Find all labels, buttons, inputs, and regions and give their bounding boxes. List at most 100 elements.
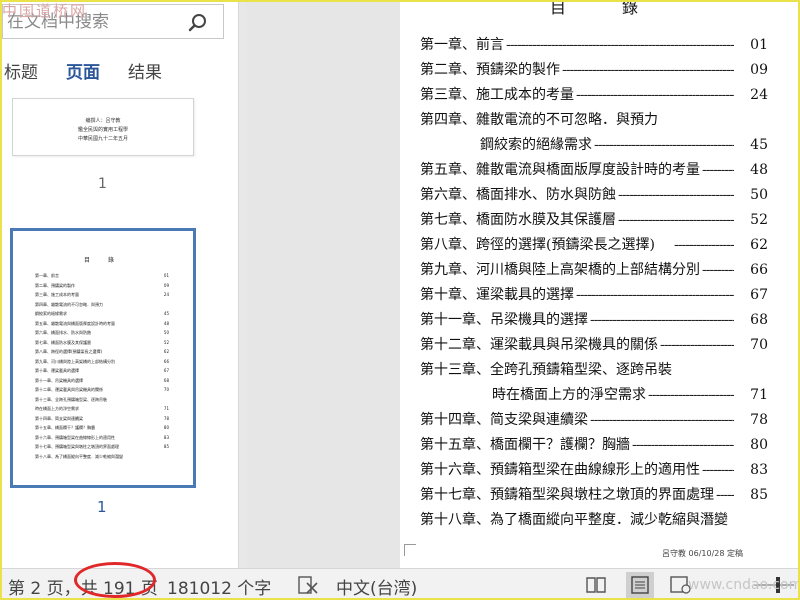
page-footer: 呂守教 06/10/28 定稿 xyxy=(662,549,744,558)
toc-entry[interactable]: 第二章、預鑄梁的製作 ------------------------------… xyxy=(420,59,768,81)
thumb2-toc-text: 第九章、河川橋與陸上高架橋的上部結構分別 xyxy=(35,358,115,364)
page-corner-mark xyxy=(404,544,416,556)
toc-entry[interactable]: 第三章、施工成本的考量 -----------------------------… xyxy=(420,84,768,106)
thumb2-toc-page: 62 xyxy=(163,349,169,354)
thumb2-toc-page: 67 xyxy=(163,368,169,373)
toc-entry[interactable]: 第十八章、為了橋面縱向平整度．減少乾縮與潛變 xyxy=(420,509,768,531)
toc-entry-text: 第十二章、運梁載具與吊梁機具的關係 xyxy=(420,337,658,353)
toc-leader-dashes: ----------------------------------------… xyxy=(594,137,734,153)
toc-entry-text: 第七章、橋面防水膜及其保護層 xyxy=(420,212,616,228)
read-mode-button[interactable] xyxy=(582,572,610,598)
page-thumbnail-2-selected[interactable]: 目 錄 第一章、前言 01 第二章、預鑄梁的製作 09 第三章、施工成本的考量 24 第四章… xyxy=(10,228,196,488)
thumb2-toc-text: 第二章、預鑄梁的製作 xyxy=(35,282,75,288)
thumb2-toc-page: 83 xyxy=(163,434,169,440)
toc-entry-text: 第十五章、橋面欄干？護欄？胸牆 xyxy=(420,437,630,453)
toc-entry[interactable]: 第一章、前言 ----------------------------------… xyxy=(420,34,768,56)
toc-entry[interactable]: 第七章、橋面防水膜及其保護層 --------------------------… xyxy=(420,209,768,231)
toc-leader-dashes: ----------------------------------------… xyxy=(576,287,734,303)
nav-tabs: 标题 页面 结果 xyxy=(0,58,190,84)
thumb2-toc-line: 第十六章、預鑄箱型梁在曲線線形上的適用性 83 xyxy=(35,435,169,441)
thumb2-toc-text: 第三章、施工成本的考量 xyxy=(35,292,79,297)
toc-entry[interactable]: 時在橋面上方的淨空需求-----------------------------… xyxy=(420,384,768,406)
language-status[interactable]: 中文(台湾) xyxy=(336,574,417,599)
thumb2-toc-line: 鋼絞索的絕緣需求 45 xyxy=(35,311,169,317)
thumb2-toc-text: 時在橋面上方的淨空需求 xyxy=(35,406,79,411)
read-mode-icon xyxy=(586,577,606,593)
toc-leader-dashes: ----------------------------------------… xyxy=(702,162,734,178)
toc-entry[interactable]: 第十七章、預鑄箱型梁與墩柱之墩頂的界面處理-------------------… xyxy=(420,484,768,506)
page-thumbnails[interactable]: 编撰人：吕守教 鑑全民與的實用工程學 中華民國九十二年五月 1 目 錄 第一章、… xyxy=(0,90,238,568)
pane-splitter[interactable] xyxy=(238,0,246,568)
toc-leader-dashes: ----------------------------------------… xyxy=(506,37,734,53)
thumb2-toc-page: 50 xyxy=(163,330,169,335)
toc-entry-page: 78 xyxy=(750,412,768,428)
toc-entry[interactable]: 第十五章、橋面欄干？護欄？胸牆 -------------------------… xyxy=(420,434,768,456)
toc-entry-text: 第一章、前言 xyxy=(420,37,504,53)
toc-entry[interactable]: 鋼絞索的絕緣需求 --------------------------------… xyxy=(420,134,768,156)
tab-results[interactable]: 结果 xyxy=(128,58,162,84)
toc-entry-page: 01 xyxy=(750,37,768,53)
page-count-status[interactable]: 第 2 页，共 191 页 xyxy=(8,574,158,599)
toc-leader-dashes: ----------------------------------------… xyxy=(618,212,734,228)
toc-entry-text: 第六章、橋面排水、防水與防蝕 xyxy=(420,187,616,203)
thumb2-toc-text: 第十章、運梁載具的選擇 xyxy=(35,368,79,373)
toc-entry-page: 48 xyxy=(750,162,768,178)
toc-entry[interactable]: 第十二章、運梁載具與吊梁機具的關係-----------------------… xyxy=(420,334,768,356)
toc-entry-text: 第五章、雜散電流與橋面版厚度設計時的考量 xyxy=(420,162,700,178)
toc-entry-text: 第四章、雜散電流的不可忽略．與預力 xyxy=(420,112,658,128)
document-page[interactable]: 目 錄 呂守教 06/10/28 定稿 第一章、前言 --------------… xyxy=(400,0,798,568)
toc-entry[interactable]: 第五章、雜散電流與橋面版厚度設計時的考量--------------------… xyxy=(420,159,768,181)
thumb2-toc-page: 68 xyxy=(163,377,169,383)
thumb2-toc-page: 52 xyxy=(163,339,169,345)
toc-entry[interactable]: 第十四章、简支梁與連續梁 ----------------------------… xyxy=(420,409,768,431)
toc-entry-page: 70 xyxy=(750,337,768,353)
toc-entry[interactable]: 第四章、雜散電流的不可忽略．與預力 xyxy=(420,109,768,131)
page-thumbnail-1[interactable]: 编撰人：吕守教 鑑全民與的實用工程學 中華民國九十二年五月 xyxy=(12,98,194,156)
thumb2-toc-line: 第十四章、简支梁與連續梁 78 xyxy=(35,416,169,422)
toc-entry-text: 第九章、河川橋與陸上高架橋的上部結構分別 xyxy=(420,262,700,278)
thumb2-toc-page: 66 xyxy=(163,358,169,364)
tab-headings[interactable]: 标题 xyxy=(4,58,38,84)
thumb2-toc-line: 第四章、雜散電流的不可忽略．與預力 xyxy=(35,302,169,308)
tab-pages[interactable]: 页面 xyxy=(66,58,100,84)
toc-entry-text: 第十八章、為了橋面縱向平整度．減少乾縮與潛變 xyxy=(420,512,728,528)
thumb2-toc-line: 第十七章、預鑄箱型梁與墩柱之墩頂的界面處理 85 xyxy=(35,444,169,450)
thumb2-toc-page: 71 xyxy=(163,406,169,411)
thumb2-toc-page: 48 xyxy=(163,320,169,326)
toc-entry-page: 67 xyxy=(750,287,768,303)
toc-entry-page: 83 xyxy=(750,462,768,478)
toc-entry[interactable]: 第十三章、全跨孔預鑄箱型梁、逐跨吊裝 xyxy=(420,359,768,381)
navigation-pane: 标题 页面 结果 编撰人：吕守教 鑑全民與的實用工程學 中華民國九十二年五月 1… xyxy=(0,0,238,568)
thumb2-toc-line: 第九章、河川橋與陸上高架橋的上部結構分別 66 xyxy=(35,359,169,365)
thumb2-toc-line: 時在橋面上方的淨空需求 71 xyxy=(35,406,169,412)
toc-entry-page: 45 xyxy=(750,137,768,153)
toc-leader-dashes: ----------------------------------------… xyxy=(562,62,734,78)
thumb2-toc-page: 80 xyxy=(163,425,169,430)
thumb2-toc-page: 85 xyxy=(163,444,169,449)
toc-entry[interactable]: 第六章、橋面排水、防水與防蝕 --------------------------… xyxy=(420,184,768,206)
toc-entry-text: 時在橋面上方的淨空需求 xyxy=(492,387,646,403)
thumb2-toc-line: 第十章、運梁載具的選擇 67 xyxy=(35,368,169,374)
toc-entry-text: 第十四章、简支梁與連續梁 xyxy=(420,412,588,428)
toc-entry[interactable]: 第八章、跨徑的選擇(預鑄梁長之選擇) ----------------------… xyxy=(420,234,768,256)
watermark-top: 中国道桥网 xyxy=(2,2,88,20)
toc-leader-dashes: ----------------------------------------… xyxy=(674,237,734,253)
thumb2-toc-text: 第七章、橋面防水膜及其保護層 xyxy=(35,339,91,345)
toc-entry[interactable]: 第十一章、吊梁機具的選擇 ----------------------------… xyxy=(420,309,768,331)
word-count-status[interactable]: 181012 个字 xyxy=(167,574,271,599)
toc-entry[interactable]: 第十六章、預鑄箱型梁在曲線線形上的適用性--------------------… xyxy=(420,459,768,481)
thumb2-toc-page: 24 xyxy=(163,292,169,297)
watermark-bottom: www.cndao.com xyxy=(688,577,800,593)
thumb2-toc-text: 第十七章、預鑄箱型梁與墩柱之墩頂的界面處理 xyxy=(35,444,119,449)
thumb2-toc-text: 第十三章、全跨孔預鑄箱型梁、逐跨吊裝 xyxy=(35,396,107,402)
proofing-icon[interactable] xyxy=(296,575,320,595)
toc-title: 目 錄 xyxy=(550,0,659,17)
toc-entry[interactable]: 第十章、運梁載具的選擇 -----------------------------… xyxy=(420,284,768,306)
toc-entry-text: 第十七章、預鑄箱型梁與墩柱之墩頂的界面處理 xyxy=(420,487,714,503)
thumb2-toc-text: 鋼絞索的絕緣需求 xyxy=(35,311,67,316)
search-icon[interactable] xyxy=(187,12,209,34)
print-layout-button[interactable] xyxy=(626,572,654,598)
toc-entry[interactable]: 第九章、河川橋與陸上高架橋的上部結構分別--------------------… xyxy=(420,259,768,281)
toc-entry-text: 第八章、跨徑的選擇(預鑄梁長之選擇) xyxy=(420,237,655,253)
page-thumbnail-number: 1 xyxy=(97,498,107,516)
